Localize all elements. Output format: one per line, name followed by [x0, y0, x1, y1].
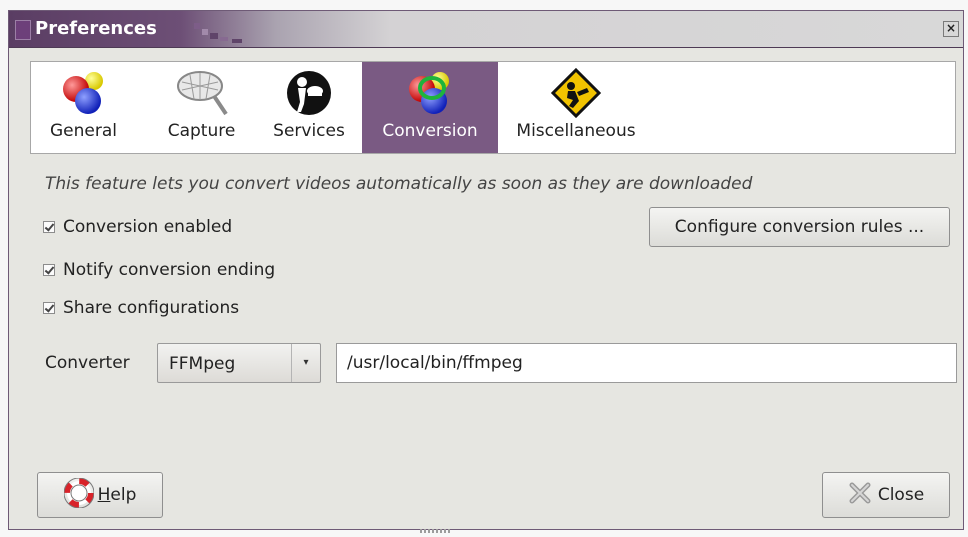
- tab-label: Services: [273, 121, 345, 141]
- window-close-icon[interactable]: ×: [943, 21, 959, 37]
- converter-path-input[interactable]: [336, 343, 957, 383]
- tab-services[interactable]: Services: [257, 62, 361, 153]
- preferences-window: Preferences × General Capture Services C…: [8, 10, 964, 530]
- window-icon: [15, 20, 31, 40]
- share-configurations-option[interactable]: Share configurations: [43, 298, 239, 318]
- button-label: Close: [877, 485, 925, 505]
- window-title: Preferences: [35, 18, 157, 39]
- resize-grip[interactable]: [420, 529, 450, 533]
- converter-select[interactable]: FFMpeg ▾: [157, 343, 321, 383]
- notify-ending-option[interactable]: Notify conversion ending: [43, 260, 275, 280]
- help-mnemonic: H: [97, 485, 111, 505]
- close-button[interactable]: Close: [822, 472, 950, 518]
- waiter-icon: [284, 68, 334, 122]
- converter-selected-value: FFMpeg: [169, 354, 236, 374]
- tab-label: Miscellaneous: [516, 121, 636, 141]
- tab-capture[interactable]: Capture: [148, 62, 255, 153]
- converter-label: Converter: [45, 353, 130, 373]
- tab-general[interactable]: General: [31, 62, 136, 153]
- title-bar[interactable]: Preferences ×: [9, 11, 963, 48]
- preference-tabs: General Capture Services Conversion Misc…: [30, 61, 956, 154]
- tab-miscellaneous[interactable]: Miscellaneous: [501, 62, 651, 153]
- button-label: Configure conversion rules ...: [674, 217, 925, 237]
- warning-sign-icon: [550, 67, 602, 122]
- configure-rules-button[interactable]: Configure conversion rules ...: [649, 207, 950, 247]
- tab-label: General: [50, 121, 117, 141]
- tab-label: Capture: [167, 121, 236, 141]
- share-configurations-checkbox[interactable]: [43, 302, 55, 314]
- tab-label: Conversion: [382, 121, 478, 141]
- titlebar-decoration: [194, 19, 254, 43]
- color-balls-icon: [58, 68, 110, 122]
- notify-ending-checkbox[interactable]: [43, 264, 55, 276]
- checkbox-label: Share configurations: [63, 298, 240, 318]
- lifebuoy-icon: [63, 477, 95, 513]
- tab-conversion[interactable]: Conversion: [362, 62, 498, 153]
- button-label: elp: [110, 485, 137, 505]
- net-icon: [174, 68, 230, 124]
- conversion-balls-icon: [404, 68, 456, 122]
- chevron-down-icon: ▾: [291, 344, 320, 382]
- checkbox-label: Notify conversion ending: [63, 260, 276, 280]
- feature-description: This feature lets you convert videos aut…: [45, 174, 753, 194]
- conversion-enabled-checkbox[interactable]: [43, 221, 55, 233]
- conversion-enabled-option[interactable]: Conversion enabled: [43, 217, 232, 237]
- checkbox-label: Conversion enabled: [63, 217, 233, 237]
- help-button[interactable]: Help: [37, 472, 163, 518]
- close-icon: [848, 481, 872, 510]
